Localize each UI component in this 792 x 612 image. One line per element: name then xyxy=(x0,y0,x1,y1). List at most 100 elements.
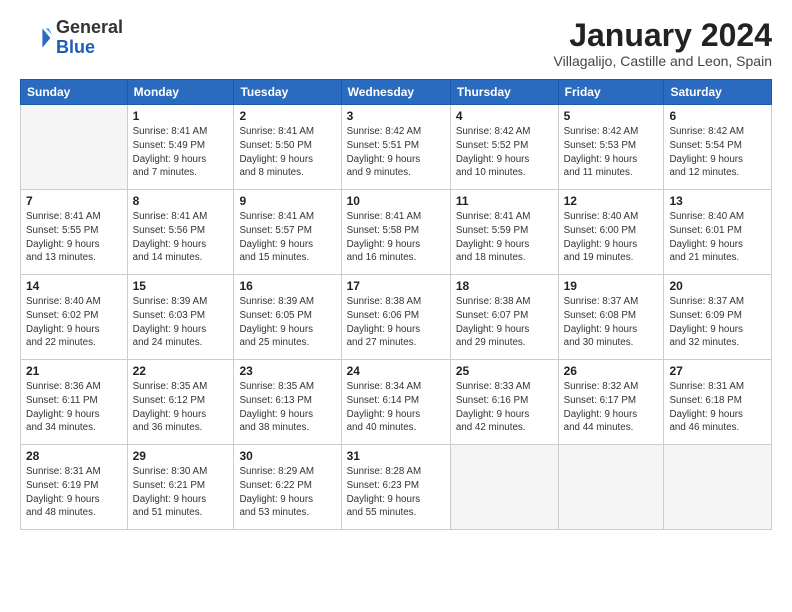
calendar-cell xyxy=(450,445,558,530)
logo-general: General xyxy=(56,17,123,37)
day-detail: Sunrise: 8:28 AM Sunset: 6:23 PM Dayligh… xyxy=(347,465,445,520)
calendar-cell: 29 Sunrise: 8:30 AM Sunset: 6:21 PM Dayli… xyxy=(127,445,234,530)
day-number: 14 xyxy=(26,279,122,293)
day-number: 18 xyxy=(456,279,553,293)
calendar-cell xyxy=(664,445,772,530)
day-detail: Sunrise: 8:40 AM Sunset: 6:02 PM Dayligh… xyxy=(26,295,122,350)
day-number: 31 xyxy=(347,449,445,463)
calendar-cell: 24 Sunrise: 8:34 AM Sunset: 6:14 PM Dayli… xyxy=(341,360,450,445)
calendar-cell: 5 Sunrise: 8:42 AM Sunset: 5:53 PM Daylig… xyxy=(558,105,664,190)
col-header-saturday: Saturday xyxy=(664,80,772,105)
calendar-cell: 14 Sunrise: 8:40 AM Sunset: 6:02 PM Dayli… xyxy=(21,275,128,360)
calendar-cell: 27 Sunrise: 8:31 AM Sunset: 6:18 PM Dayli… xyxy=(664,360,772,445)
day-detail: Sunrise: 8:31 AM Sunset: 6:19 PM Dayligh… xyxy=(26,465,122,520)
calendar-cell: 4Sunrise: 8:42 AM Sunset: 5:52 PM Daylig… xyxy=(450,105,558,190)
day-number: 24 xyxy=(347,364,445,378)
day-detail: Sunrise: 8:39 AM Sunset: 6:03 PM Dayligh… xyxy=(133,295,229,350)
day-detail: Sunrise: 8:41 AM Sunset: 5:55 PM Dayligh… xyxy=(26,210,122,265)
logo: General Blue xyxy=(20,18,123,58)
col-header-tuesday: Tuesday xyxy=(234,80,341,105)
day-detail: Sunrise: 8:31 AM Sunset: 6:18 PM Dayligh… xyxy=(669,380,766,435)
calendar-title: January 2024 xyxy=(554,18,772,53)
col-header-thursday: Thursday xyxy=(450,80,558,105)
week-row-3: 14 Sunrise: 8:40 AM Sunset: 6:02 PM Dayli… xyxy=(21,275,772,360)
day-number: 28 xyxy=(26,449,122,463)
calendar-cell: 12 Sunrise: 8:40 AM Sunset: 6:00 PM Dayli… xyxy=(558,190,664,275)
logo-icon xyxy=(20,22,52,54)
calendar-cell: 3Sunrise: 8:42 AM Sunset: 5:51 PM Daylig… xyxy=(341,105,450,190)
day-number: 20 xyxy=(669,279,766,293)
day-number: 16 xyxy=(239,279,335,293)
day-detail: Sunrise: 8:41 AM Sunset: 5:57 PM Dayligh… xyxy=(239,210,335,265)
day-detail: Sunrise: 8:41 AM Sunset: 5:58 PM Dayligh… xyxy=(347,210,445,265)
day-detail: Sunrise: 8:30 AM Sunset: 6:21 PM Dayligh… xyxy=(133,465,229,520)
day-detail: Sunrise: 8:29 AM Sunset: 6:22 PM Dayligh… xyxy=(239,465,335,520)
calendar-cell: 15Sunrise: 8:39 AM Sunset: 6:03 PM Dayli… xyxy=(127,275,234,360)
calendar-cell: 18 Sunrise: 8:38 AM Sunset: 6:07 PM Dayli… xyxy=(450,275,558,360)
day-detail: Sunrise: 8:38 AM Sunset: 6:07 PM Dayligh… xyxy=(456,295,553,350)
header: General Blue January 2024 Villagalijo, C… xyxy=(20,18,772,69)
day-detail: Sunrise: 8:36 AM Sunset: 6:11 PM Dayligh… xyxy=(26,380,122,435)
week-row-4: 21 Sunrise: 8:36 AM Sunset: 6:11 PM Dayli… xyxy=(21,360,772,445)
day-detail: Sunrise: 8:32 AM Sunset: 6:17 PM Dayligh… xyxy=(564,380,659,435)
day-detail: Sunrise: 8:39 AM Sunset: 6:05 PM Dayligh… xyxy=(239,295,335,350)
calendar-cell: 8 Sunrise: 8:41 AM Sunset: 5:56 PM Daylig… xyxy=(127,190,234,275)
day-number: 29 xyxy=(133,449,229,463)
day-number: 23 xyxy=(239,364,335,378)
day-detail: Sunrise: 8:33 AM Sunset: 6:16 PM Dayligh… xyxy=(456,380,553,435)
title-block: January 2024 Villagalijo, Castille and L… xyxy=(554,18,772,69)
day-number: 2 xyxy=(239,109,335,123)
calendar-cell: 28 Sunrise: 8:31 AM Sunset: 6:19 PM Dayli… xyxy=(21,445,128,530)
day-detail: Sunrise: 8:37 AM Sunset: 6:08 PM Dayligh… xyxy=(564,295,659,350)
calendar-cell: 10Sunrise: 8:41 AM Sunset: 5:58 PM Dayli… xyxy=(341,190,450,275)
day-detail: Sunrise: 8:35 AM Sunset: 6:12 PM Dayligh… xyxy=(133,380,229,435)
calendar-cell: 11Sunrise: 8:41 AM Sunset: 5:59 PM Dayli… xyxy=(450,190,558,275)
day-number: 12 xyxy=(564,194,659,208)
col-header-monday: Monday xyxy=(127,80,234,105)
day-number: 7 xyxy=(26,194,122,208)
day-detail: Sunrise: 8:40 AM Sunset: 6:00 PM Dayligh… xyxy=(564,210,659,265)
day-detail: Sunrise: 8:37 AM Sunset: 6:09 PM Dayligh… xyxy=(669,295,766,350)
calendar-cell: 19 Sunrise: 8:37 AM Sunset: 6:08 PM Dayli… xyxy=(558,275,664,360)
day-number: 8 xyxy=(133,194,229,208)
day-number: 4 xyxy=(456,109,553,123)
day-number: 13 xyxy=(669,194,766,208)
day-number: 5 xyxy=(564,109,659,123)
calendar-cell: 20 Sunrise: 8:37 AM Sunset: 6:09 PM Dayli… xyxy=(664,275,772,360)
calendar-cell xyxy=(558,445,664,530)
calendar-cell: 17Sunrise: 8:38 AM Sunset: 6:06 PM Dayli… xyxy=(341,275,450,360)
calendar-cell: 9 Sunrise: 8:41 AM Sunset: 5:57 PM Daylig… xyxy=(234,190,341,275)
week-row-1: 1 Sunrise: 8:41 AM Sunset: 5:49 PM Daylig… xyxy=(21,105,772,190)
day-number: 26 xyxy=(564,364,659,378)
page: General Blue January 2024 Villagalijo, C… xyxy=(0,0,792,612)
logo-blue: Blue xyxy=(56,37,95,57)
col-header-sunday: Sunday xyxy=(21,80,128,105)
day-detail: Sunrise: 8:41 AM Sunset: 5:56 PM Dayligh… xyxy=(133,210,229,265)
day-number: 9 xyxy=(239,194,335,208)
day-number: 30 xyxy=(239,449,335,463)
day-number: 1 xyxy=(133,109,229,123)
day-detail: Sunrise: 8:42 AM Sunset: 5:53 PM Dayligh… xyxy=(564,125,659,180)
calendar-header-row: SundayMondayTuesdayWednesdayThursdayFrid… xyxy=(21,80,772,105)
day-detail: Sunrise: 8:35 AM Sunset: 6:13 PM Dayligh… xyxy=(239,380,335,435)
logo-text: General Blue xyxy=(56,18,123,58)
day-number: 22 xyxy=(133,364,229,378)
day-number: 3 xyxy=(347,109,445,123)
calendar-cell: 26 Sunrise: 8:32 AM Sunset: 6:17 PM Dayli… xyxy=(558,360,664,445)
day-detail: Sunrise: 8:34 AM Sunset: 6:14 PM Dayligh… xyxy=(347,380,445,435)
day-detail: Sunrise: 8:41 AM Sunset: 5:50 PM Dayligh… xyxy=(239,125,335,180)
calendar-cell: 30 Sunrise: 8:29 AM Sunset: 6:22 PM Dayli… xyxy=(234,445,341,530)
day-number: 19 xyxy=(564,279,659,293)
calendar-cell: 21 Sunrise: 8:36 AM Sunset: 6:11 PM Dayli… xyxy=(21,360,128,445)
day-number: 6 xyxy=(669,109,766,123)
calendar-table: SundayMondayTuesdayWednesdayThursdayFrid… xyxy=(20,79,772,530)
day-number: 21 xyxy=(26,364,122,378)
calendar-subtitle: Villagalijo, Castille and Leon, Spain xyxy=(554,53,772,69)
day-number: 25 xyxy=(456,364,553,378)
day-detail: Sunrise: 8:41 AM Sunset: 5:49 PM Dayligh… xyxy=(133,125,229,180)
col-header-wednesday: Wednesday xyxy=(341,80,450,105)
calendar-cell: 2 Sunrise: 8:41 AM Sunset: 5:50 PM Daylig… xyxy=(234,105,341,190)
day-detail: Sunrise: 8:40 AM Sunset: 6:01 PM Dayligh… xyxy=(669,210,766,265)
day-number: 27 xyxy=(669,364,766,378)
calendar-cell: 13 Sunrise: 8:40 AM Sunset: 6:01 PM Dayli… xyxy=(664,190,772,275)
